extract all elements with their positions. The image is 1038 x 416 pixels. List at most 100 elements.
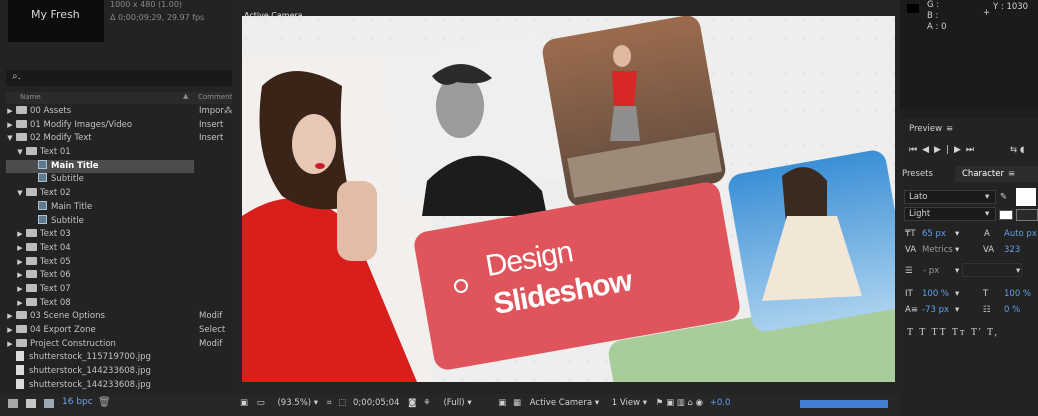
horizontal-scale-field[interactable]: 100 % (1004, 289, 1031, 299)
comp-thumbnail (8, 0, 104, 42)
snapshot-icon[interactable]: ▣ (240, 398, 248, 408)
project-item-text-03[interactable]: ▶ Text 03 (6, 228, 234, 242)
project-item-text-05[interactable]: ▶ Text 05 (6, 256, 234, 270)
expand-arrow-icon[interactable]: ▶ (6, 324, 14, 338)
project-item-main-title-selected[interactable]: Main Title (6, 159, 194, 174)
project-item-text-01[interactable]: ▼ Text 01 (6, 146, 234, 160)
project-item-assets[interactable]: ▶ 00 Assets Impor⁂ (6, 105, 234, 119)
camera-snapshot-icon[interactable]: ◙ (408, 398, 416, 408)
comp-dimensions: 1000 x 480 (1.00) (110, 0, 183, 9)
view-layout-dropdown[interactable]: 1 View (612, 398, 640, 408)
expand-arrow-icon[interactable]: ▶ (6, 105, 14, 119)
fill-color-swatch[interactable] (1016, 188, 1036, 206)
item-label: Text 01 (40, 147, 71, 158)
new-folder-icon[interactable] (26, 399, 36, 408)
column-name[interactable]: Name (20, 93, 41, 101)
mask-icon[interactable]: ⬚ (338, 398, 346, 408)
kerning-field[interactable]: Metrics (922, 245, 953, 255)
project-item-file[interactable]: shutterstock_144233608.jpg (6, 365, 234, 379)
expand-arrow-icon[interactable]: ▶ (16, 256, 24, 270)
folder-icon (26, 147, 37, 156)
loop-icon[interactable]: ⇆ ◖ (1010, 145, 1024, 155)
project-item-text-08[interactable]: ▶ Text 08 (6, 297, 234, 311)
grid-icon[interactable]: ⌗ (327, 398, 332, 408)
composition-canvas[interactable] (242, 16, 895, 382)
panel-menu-icon[interactable]: ≡ (946, 124, 953, 134)
exposure-value[interactable]: +0.0 (710, 398, 731, 408)
text-style-buttons[interactable]: T T TT Tт T' T, (907, 327, 999, 338)
font-size-field[interactable]: 65 px (922, 229, 946, 239)
project-item-export-zone[interactable]: ▶ 04 Export Zone Select (6, 324, 234, 338)
tab-presets[interactable]: Presets (902, 169, 933, 179)
item-label: shutterstock_144233608.jpg (29, 379, 151, 390)
expand-arrow-icon[interactable]: ▶ (16, 269, 24, 283)
project-item-subtitle[interactable]: Subtitle (6, 214, 234, 229)
stroke-swatch[interactable] (999, 210, 1013, 220)
eyedropper-icon[interactable]: ✎ (1000, 192, 1007, 202)
photo-woman-beach (728, 150, 895, 332)
color-swatch (907, 4, 919, 13)
project-item-text-02[interactable]: ▼ Text 02 (6, 187, 234, 201)
expand-arrow-icon[interactable]: ▶ (16, 228, 24, 242)
stroke-width-field[interactable]: - px (923, 266, 939, 276)
tsume-field[interactable]: 0 % (1004, 305, 1020, 315)
expand-arrow-icon[interactable]: ▶ (16, 297, 24, 311)
interpret-footage-icon[interactable] (8, 399, 18, 408)
expand-arrow-icon[interactable]: ▶ (6, 119, 14, 133)
project-tree: ▶ 00 Assets Impor⁂ ▶ 01 Modify Images/Video… (6, 105, 234, 392)
project-search-input[interactable] (6, 70, 232, 86)
project-item-scene-options[interactable]: ▶ 03 Scene Options Modif (6, 310, 234, 324)
transparency-icon[interactable]: ▦ (513, 398, 521, 408)
expand-arrow-icon[interactable]: ▶ (16, 242, 24, 256)
project-item-text-06[interactable]: ▶ Text 06 (6, 269, 234, 283)
chevron-down-icon: ▾ (955, 305, 960, 315)
current-time[interactable]: 0;00;05;04 (353, 398, 399, 408)
expand-arrow-icon[interactable]: ▶ (6, 310, 14, 324)
project-item-text-04[interactable]: ▶ Text 04 (6, 242, 234, 256)
leading-field[interactable]: Auto px (1004, 229, 1037, 239)
playback-controls[interactable]: ⏮◀▶|▶⏭ (909, 145, 979, 155)
chevron-down-icon: ▾ (955, 229, 960, 239)
folder-icon (16, 338, 27, 347)
project-item-main-title[interactable]: Main Title (6, 200, 234, 215)
collapse-arrow-icon[interactable]: ▼ (16, 146, 24, 160)
project-item-modify-images[interactable]: ▶ 01 Modify Images/Video Insert (6, 119, 234, 133)
stroke-width-icon: ☰ (905, 266, 913, 276)
expand-arrow-icon[interactable]: ▶ (16, 283, 24, 297)
resolution-dropdown[interactable]: (Full) (443, 398, 464, 408)
camera-dropdown[interactable]: Active Camera (530, 398, 592, 408)
collapse-arrow-icon[interactable]: ▼ (16, 187, 24, 201)
column-comment[interactable]: Comment (198, 93, 232, 101)
region-icon[interactable]: ▣ (498, 398, 506, 408)
new-composition-icon[interactable] (44, 399, 54, 408)
project-item-text-07[interactable]: ▶ Text 07 (6, 283, 234, 297)
image-file-icon (16, 365, 24, 376)
project-item-file[interactable]: shutterstock_144233608.jpg (6, 378, 234, 393)
display-icon[interactable]: ▭ (257, 398, 265, 408)
collapse-arrow-icon[interactable]: ▼ (6, 132, 14, 146)
trash-icon[interactable]: 🗑 (98, 397, 111, 408)
tab-character[interactable]: Character (962, 169, 1004, 179)
stroke-style-dropdown[interactable] (962, 263, 1022, 277)
chevron-down-icon: ▾ (955, 245, 960, 255)
sort-arrow-icon[interactable]: ▲ (183, 92, 188, 100)
zoom-dropdown[interactable]: (93.5%) (277, 398, 311, 408)
font-size-icon: ₸T (905, 229, 916, 239)
panel-menu-icon[interactable]: ≡ (1008, 169, 1015, 179)
folder-icon (26, 270, 37, 279)
vertical-scale-field[interactable]: 100 % (922, 289, 949, 299)
item-comment: Modif (199, 338, 223, 349)
expand-arrow-icon[interactable]: ▶ (6, 338, 14, 352)
project-item-construction[interactable]: ▶ Project Construction Modif (6, 338, 234, 352)
project-item-file[interactable]: shutterstock_115719700.jpg (6, 351, 234, 365)
no-stroke-swatch[interactable] (1016, 209, 1038, 221)
fast-preview-icon[interactable]: ⚑ ▣ ▥ ⌂ ◉ (656, 398, 703, 408)
channel-icon[interactable]: ⚘ (423, 398, 431, 408)
project-item-subtitle[interactable]: Subtitle (6, 173, 234, 187)
bit-depth-button[interactable]: 16 bpc (62, 397, 93, 407)
item-label: Text 04 (40, 242, 71, 253)
baseline-shift-field[interactable]: -73 px (922, 305, 949, 315)
info-a: A : 0 (927, 22, 947, 32)
project-item-modify-text[interactable]: ▼ 02 Modify Text Insert (6, 132, 234, 146)
tracking-field[interactable]: 323 (1004, 245, 1020, 255)
